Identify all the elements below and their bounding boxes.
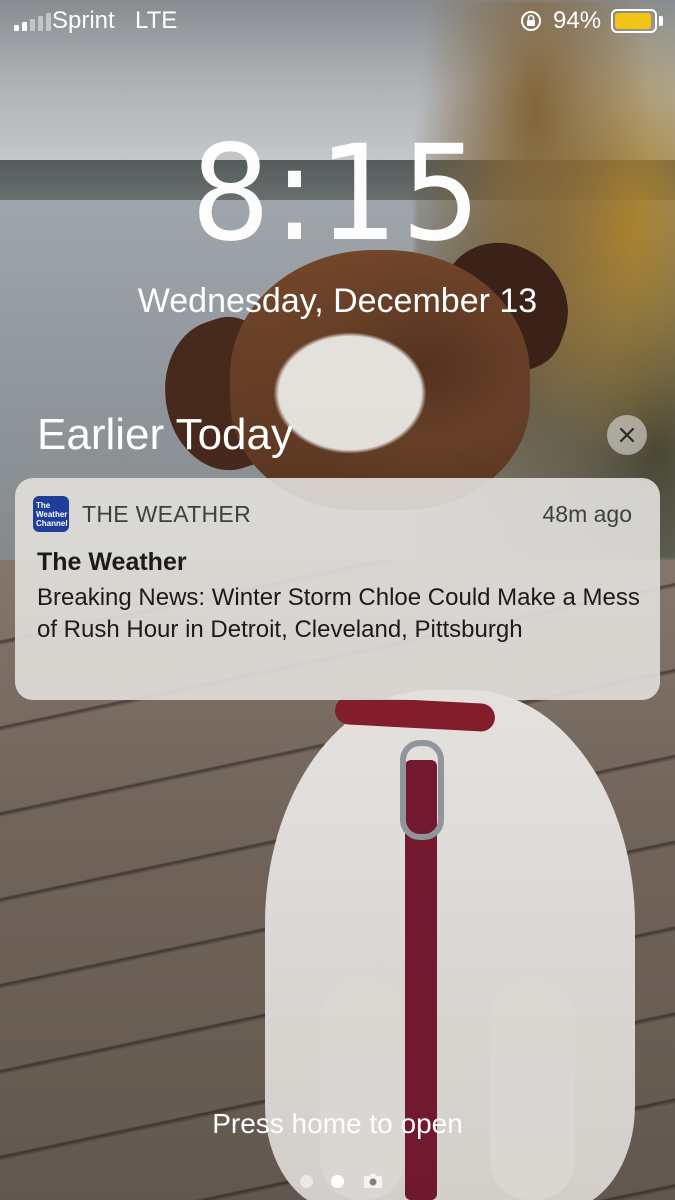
page-dot-active[interactable] [331, 1174, 344, 1188]
page-dot[interactable] [300, 1174, 313, 1188]
battery-percentage: 94% [553, 7, 602, 34]
press-home-hint: Press home to open [212, 1108, 463, 1139]
battery-level-fill [615, 13, 651, 29]
lock-screen-time: 8:15 [190, 117, 484, 271]
carrier-name: Sprint [52, 7, 115, 34]
notification-section-header: Earlier Today [37, 410, 293, 459]
page-indicator [300, 1172, 384, 1190]
notification-body: Breaking News: Winter Storm Chloe Could … [37, 584, 640, 643]
notification-timestamp: 48m ago [542, 501, 632, 527]
weather-channel-app-icon: The Weather Channel [33, 496, 69, 532]
status-bar: Sprint LTE 94% [0, 0, 675, 44]
notification-title: The Weather [37, 548, 187, 576]
notification-app-name: THE WEATHER [82, 501, 251, 527]
notification-card[interactable]: The Weather Channel THE WEATHER 48m ago … [15, 478, 660, 700]
battery-icon [611, 9, 657, 33]
network-type: LTE [135, 7, 178, 34]
lock-screen-date: Wednesday, December 13 [137, 282, 538, 320]
rotation-lock-icon [521, 11, 541, 31]
close-icon [619, 427, 635, 443]
signal-strength-icon [14, 13, 51, 31]
camera-icon[interactable] [362, 1172, 384, 1190]
clear-notifications-button[interactable] [607, 415, 647, 455]
